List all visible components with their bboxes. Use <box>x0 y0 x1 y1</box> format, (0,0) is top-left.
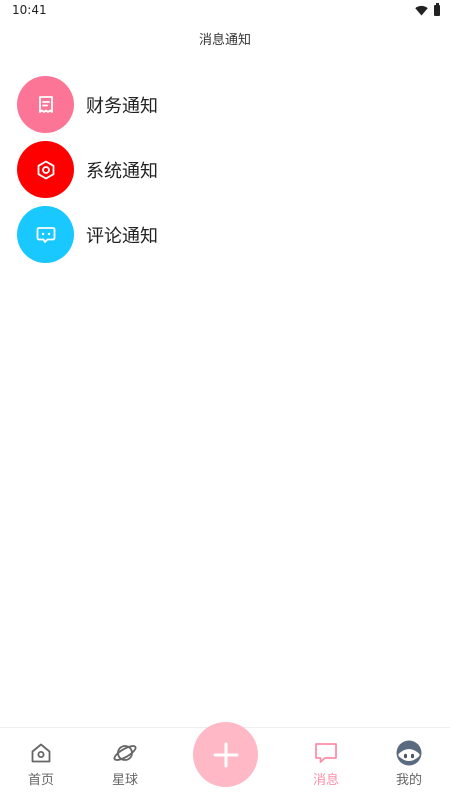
tab-home[interactable]: 首页 <box>11 740 71 788</box>
tab-planet-label: 星球 <box>111 773 138 788</box>
notification-label-finance: 财务通知 <box>86 95 158 117</box>
tab-messages-label: 消息 <box>312 773 339 788</box>
add-button[interactable] <box>193 722 258 787</box>
tab-planet[interactable]: 星球 <box>95 740 155 788</box>
battery-icon <box>434 2 440 16</box>
plus-icon <box>213 742 238 767</box>
status-icons <box>415 2 440 16</box>
avatar-icon <box>396 740 422 766</box>
wifi-icon <box>415 5 428 15</box>
tab-messages[interactable]: 消息 <box>296 740 356 788</box>
notification-list: 财务通知 系统通知 评论通知 <box>17 72 437 267</box>
notification-item-finance[interactable]: 财务通知 <box>17 72 437 137</box>
status-time: 10:41 <box>12 3 47 17</box>
notification-label-system: 系统通知 <box>86 160 158 182</box>
receipt-icon <box>38 95 53 113</box>
status-bar: 10:41 <box>0 0 450 20</box>
comment-icon-circle <box>17 206 74 263</box>
notification-item-comment[interactable]: 评论通知 <box>17 202 437 267</box>
tab-mine[interactable]: 我的 <box>379 740 439 788</box>
tab-mine-label: 我的 <box>395 773 422 788</box>
hexagon-settings-icon <box>37 160 54 179</box>
planet-icon <box>113 745 137 761</box>
page-title: 消息通知 <box>198 33 251 48</box>
screen: 10:41 消息通知 财务通知 系统通知 评论通知 首页 星球 消息 我的 <box>0 0 450 800</box>
system-icon-circle <box>17 141 74 198</box>
notification-item-system[interactable]: 系统通知 <box>17 137 437 202</box>
tab-home-label: 首页 <box>27 773 54 788</box>
finance-icon-circle <box>17 76 74 133</box>
notification-label-comment: 评论通知 <box>86 225 158 247</box>
chat-bubble-icon <box>36 226 55 243</box>
message-icon <box>315 743 337 763</box>
home-icon <box>31 743 51 763</box>
